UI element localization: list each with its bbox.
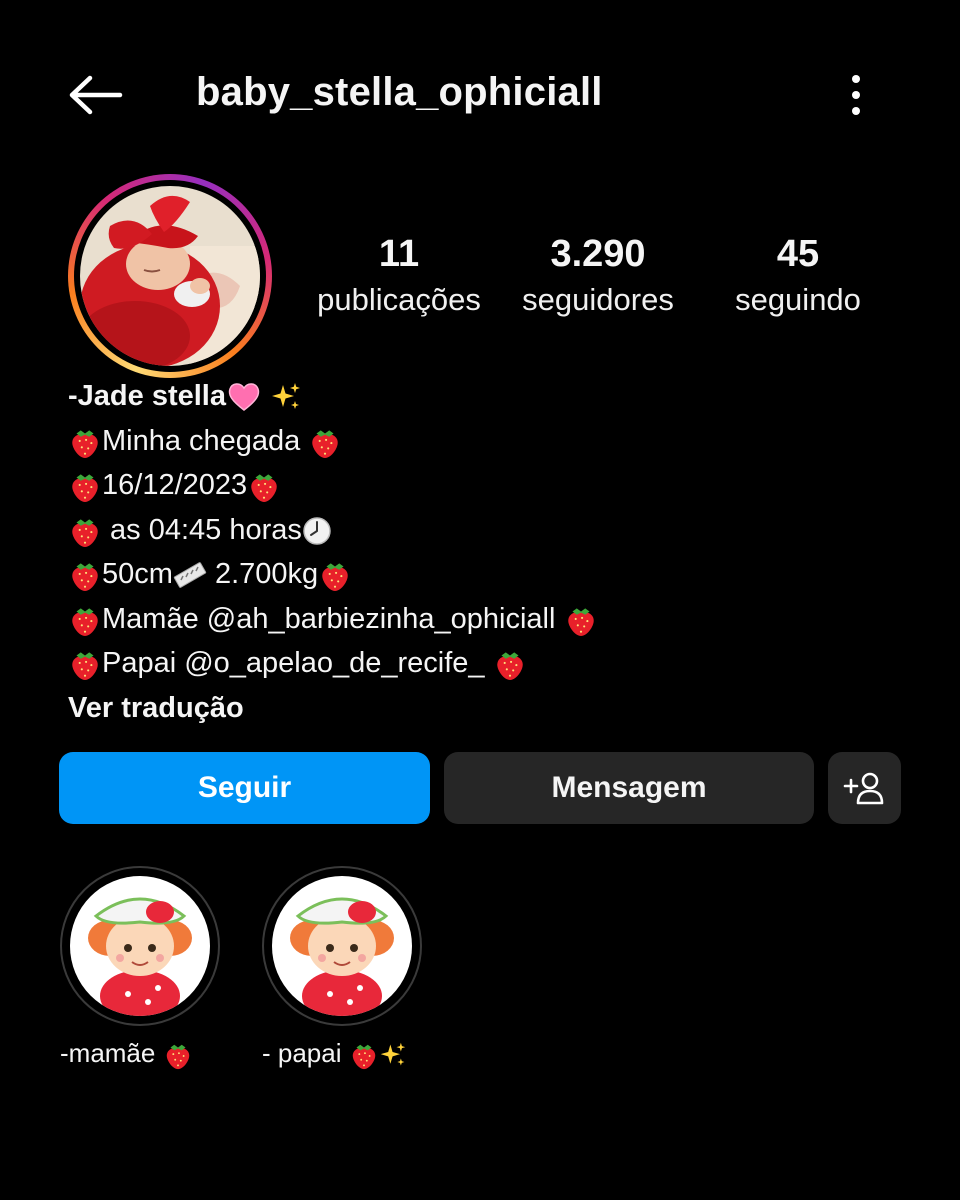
strawberry-icon xyxy=(68,558,102,592)
highlight-dad[interactable]: - papai xyxy=(262,866,422,1070)
strawberry-icon xyxy=(308,425,342,459)
more-options-icon[interactable] xyxy=(838,72,874,118)
suggest-users-button[interactable] xyxy=(828,752,901,824)
avatar-photo xyxy=(80,186,260,366)
followers-label: seguidores xyxy=(522,282,674,317)
bio-line-arrival: Minha chegada xyxy=(102,424,309,457)
strawberry-icon xyxy=(247,469,281,503)
pink-heart-icon xyxy=(228,383,260,412)
bio-line-time: as 04:45 horas xyxy=(102,513,302,546)
strawberry-girl-image xyxy=(272,876,412,1016)
strawberry-icon xyxy=(163,1040,193,1070)
highlight-cover-image xyxy=(272,876,412,1016)
see-translation-link[interactable]: Ver tradução xyxy=(68,686,898,731)
bio-line-length: 50cm xyxy=(102,558,173,590)
strawberry-icon xyxy=(349,1040,379,1070)
following-label: seguindo xyxy=(735,282,861,317)
strawberry-icon xyxy=(68,469,102,503)
profile-username: baby_stella_ophiciall xyxy=(196,70,603,114)
posts-label: publicações xyxy=(317,282,481,317)
arrow-left-icon[interactable] xyxy=(66,75,124,115)
clock-icon xyxy=(303,517,331,545)
message-button[interactable]: Mensagem xyxy=(444,752,814,824)
bio-line-weight: 2.700kg xyxy=(206,558,319,590)
sparkles-icon xyxy=(379,1041,407,1069)
strawberry-icon xyxy=(68,603,102,637)
strawberry-girl-image xyxy=(70,876,210,1016)
profile-display-name: -Jade stella xyxy=(68,380,226,412)
stat-followers[interactable]: 3.290 seguidores xyxy=(503,230,693,322)
stat-posts[interactable]: 11 publicações xyxy=(304,230,494,322)
highlight-mom[interactable]: -mamãe xyxy=(60,866,220,1070)
baby-photo-image xyxy=(80,186,260,366)
strawberry-icon xyxy=(493,647,527,681)
stat-following[interactable]: 45 seguindo xyxy=(703,230,893,322)
strawberry-icon xyxy=(68,514,102,548)
ruler-icon xyxy=(173,562,207,589)
strawberry-icon xyxy=(68,425,102,459)
bio-line-date: 16/12/2023 xyxy=(102,469,248,501)
highlight-label: - papai xyxy=(262,1038,349,1068)
top-bar: baby_stella_ophiciall xyxy=(0,50,960,140)
follow-button[interactable]: Seguir xyxy=(59,752,430,824)
strawberry-icon xyxy=(564,603,598,637)
strawberry-icon xyxy=(68,647,102,681)
highlight-label: -mamãe xyxy=(60,1038,163,1068)
profile-avatar[interactable] xyxy=(68,174,272,378)
sparkles-icon xyxy=(270,381,302,413)
bio-line-dad[interactable]: Papai @o_apelao_de_recife_ xyxy=(102,647,493,679)
strawberry-icon xyxy=(318,558,352,592)
following-count: 45 xyxy=(776,233,820,275)
posts-count: 11 xyxy=(378,233,420,275)
bio-line-mom[interactable]: Mamãe @ah_barbiezinha_ophiciall xyxy=(102,603,564,635)
add-person-icon xyxy=(843,772,883,805)
highlight-cover-image xyxy=(70,876,210,1016)
profile-bio: -Jade stella Minha chegada 16/12/2023 as… xyxy=(68,374,898,730)
followers-count: 3.290 xyxy=(550,233,646,275)
